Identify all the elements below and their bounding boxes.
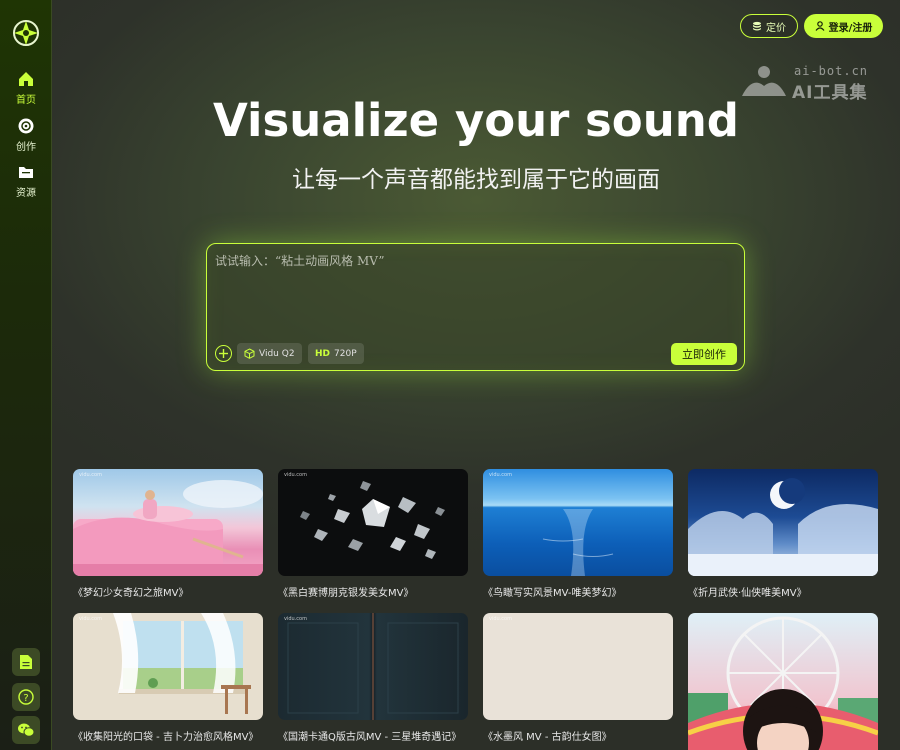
gallery-card-title: 《水墨风 MV - 古韵仕女图》 [483,732,612,743]
gallery-card-title: 《国潮卡通Q版古风MV - 三星堆奇遇记》 [278,732,462,743]
gallery-card[interactable]: 《折月武侠·仙侠唯美MV》 [688,469,878,599]
gallery-card-title: 《收集阳光的口袋 - 吉卜力治愈风格MV》 [73,732,259,743]
plus-icon [219,349,228,358]
pricing-button[interactable]: 定价 [740,14,798,38]
gallery-card-title: 《鸟瞰写实风景MV-唯美梦幻》 [483,588,622,599]
thumbnail-ocean: vidu.com [483,469,673,576]
prompt-box: Vidu Q2 HD 720P 立即创作 [206,243,745,371]
user-icon [815,21,825,31]
svg-text:?: ? [23,693,28,704]
sidebar-item-label: 资源 [16,188,36,199]
thumbnail-dark-door: vidu.com [278,613,468,720]
add-attachment-button[interactable] [215,345,232,362]
thumbnail-pink-bed: vidu.com [73,469,263,576]
sidebar-item-label: 创作 [16,142,36,153]
coins-icon [753,21,761,31]
gallery-card[interactable] [688,613,878,750]
watermark-domain: ai-bot.cn [794,64,869,78]
thumbnail-paper: vidu.com [483,613,673,720]
sidebar-item-home[interactable]: 首页 [0,70,52,106]
wechat-button[interactable] [12,716,40,744]
thumbnail-snow-moon [688,469,878,576]
cube-icon [244,348,255,359]
gallery-card[interactable]: vidu.com 《收集阳光的口袋 - 吉卜力治愈风格MV》 [73,613,263,743]
create-button[interactable]: 立即创作 [671,343,737,365]
sidebar-item-create[interactable]: 创作 [0,117,52,153]
gallery-card[interactable]: vidu.com 《水墨风 MV - 古韵仕女图》 [483,613,673,743]
sidebar-item-label: 首页 [16,95,36,106]
prompt-input[interactable] [215,252,735,332]
thumbnail-crystals: vidu.com [278,469,468,576]
resolution-label: 720P [334,348,357,359]
sidebar-item-resources[interactable]: 资源 [0,163,52,199]
gallery-card[interactable]: vidu.com 《鸟瞰写实风景MV-唯美梦幻》 [483,469,673,599]
help-button[interactable]: ? [12,683,40,711]
gallery-card-title: 《梦幻少女奇幻之旅MV》 [73,588,189,599]
disc-icon [18,118,34,134]
sidebar: 首页 创作 资源 ? [0,0,52,750]
main-content: 定价 登录/注册 ai-bot.cn AI工具集 Visualize your … [52,0,900,750]
gallery-card[interactable]: vidu.com 《黑白赛博朋克银发美女MV》 [278,469,468,599]
document-button[interactable] [12,648,40,676]
gallery-card[interactable]: vidu.com 《国潮卡通Q版古风MV - 三星堆奇遇记》 [278,613,468,743]
help-icon: ? [18,689,34,705]
watermark-logo-icon [742,66,786,96]
thumbnail-window: vidu.com [73,613,263,720]
gallery-card-title: 《折月武侠·仙侠唯美MV》 [688,588,807,599]
document-icon [20,655,32,669]
hd-badge: HD [315,348,331,359]
logo-icon[interactable] [11,18,41,48]
hero-subtitle: 让每一个声音都能找到属于它的画面 [292,167,660,193]
hero-title: Visualize your sound [212,94,739,147]
thumbnail-ferris-girl [688,613,878,750]
home-icon [19,72,33,86]
gallery-card-title: 《黑白赛博朋克银发美女MV》 [278,588,414,599]
pricing-label: 定价 [766,22,786,34]
resolution-select[interactable]: HD 720P [308,343,364,364]
model-label: Vidu Q2 [259,348,295,359]
wechat-icon [18,723,35,737]
login-label: 登录/注册 [828,22,873,34]
model-select[interactable]: Vidu Q2 [237,343,302,364]
gallery-card[interactable]: vidu.com 《梦幻少女奇幻之旅MV》 [73,469,263,599]
login-button[interactable]: 登录/注册 [804,14,883,38]
folder-icon [19,167,33,178]
